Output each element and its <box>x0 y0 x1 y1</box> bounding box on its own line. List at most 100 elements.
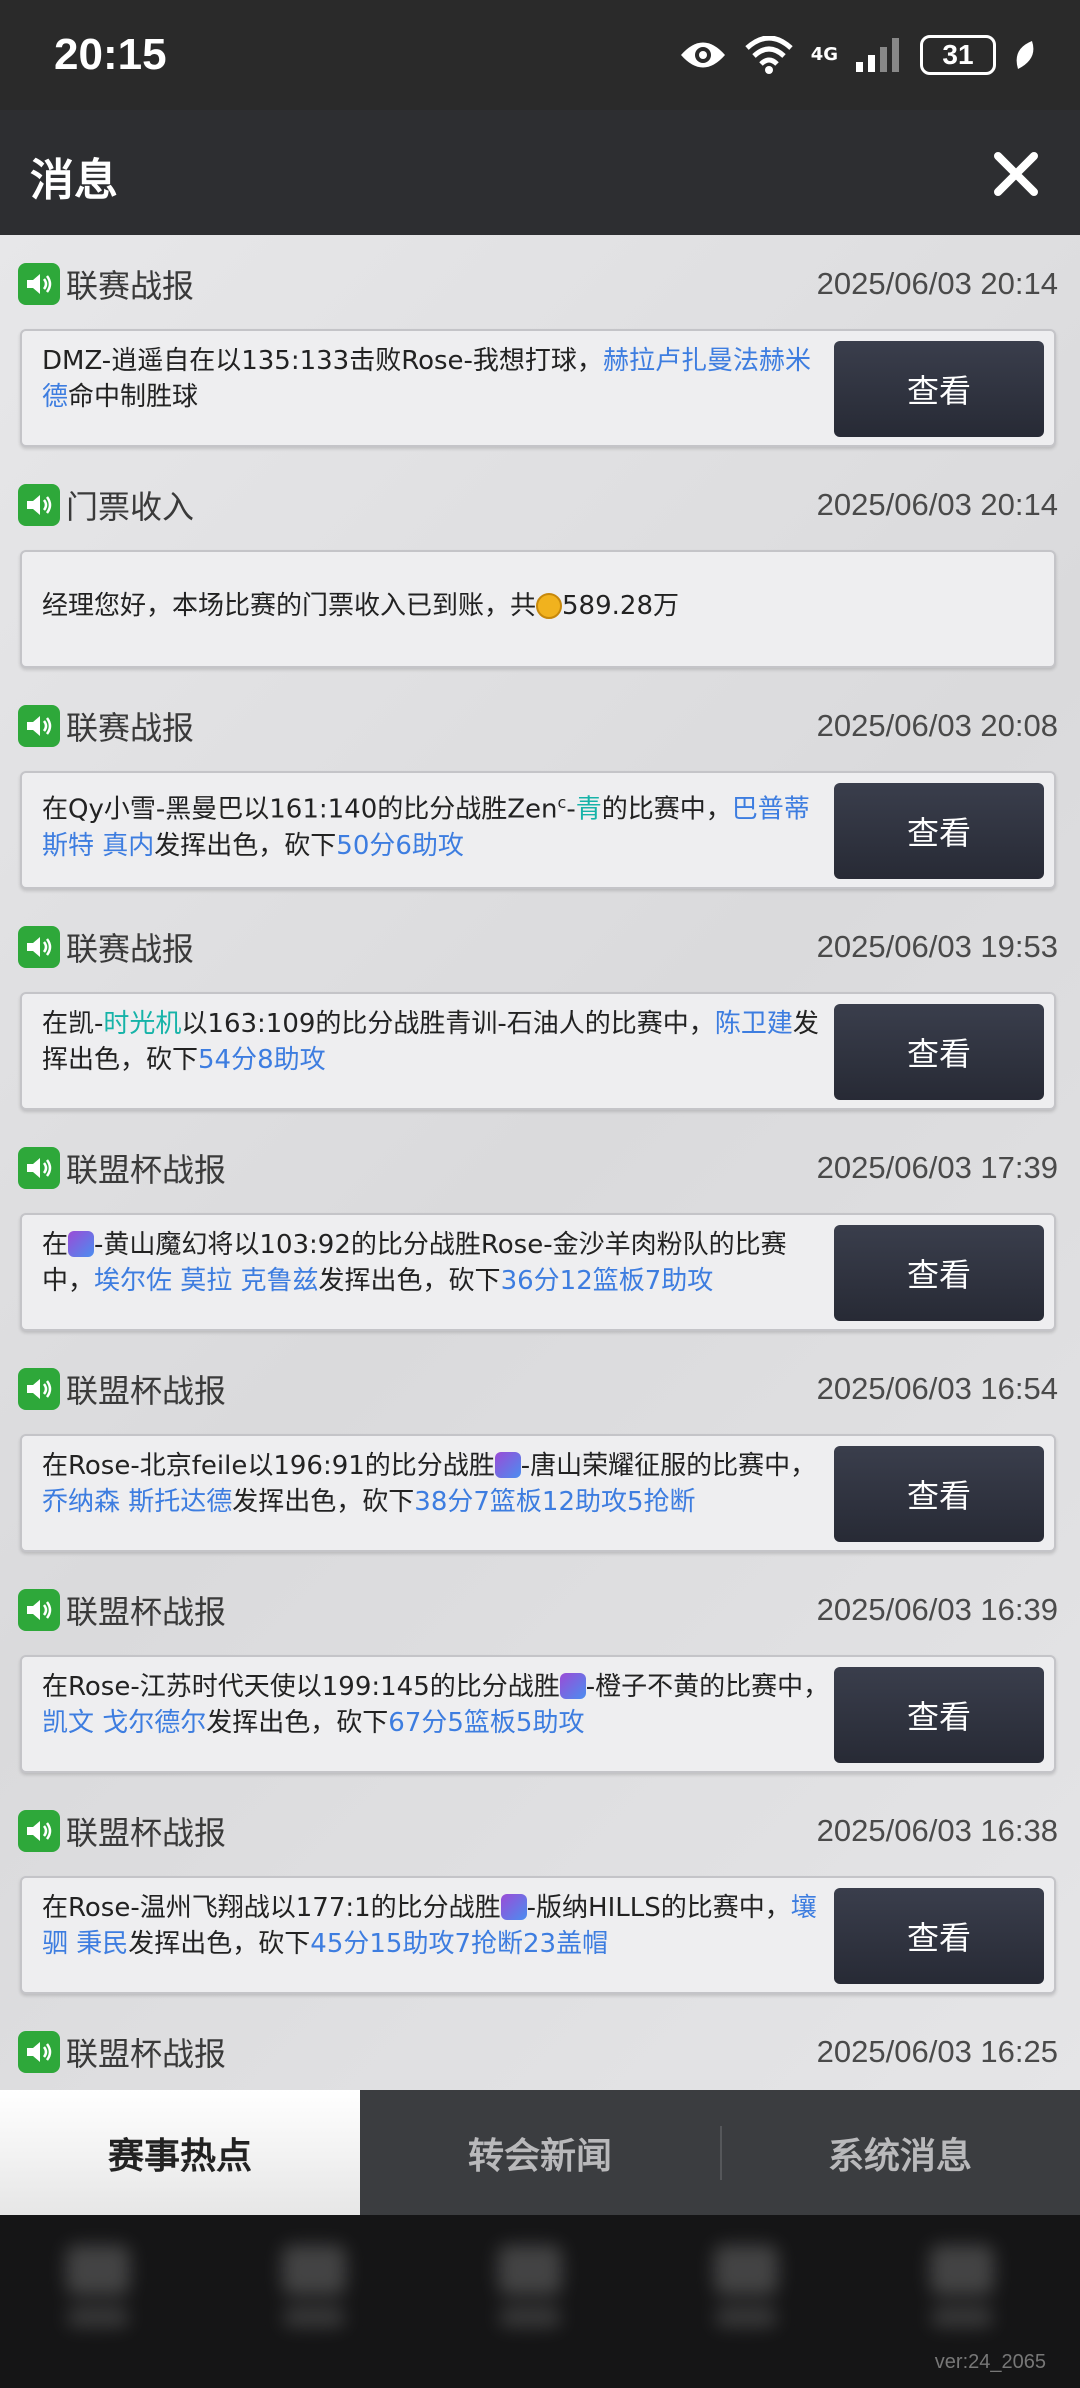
message-header: 联赛战报 2025/06/03 20:08 <box>18 699 1058 753</box>
speaker-icon <box>18 705 60 747</box>
text-segment: 在Qy小雪-黑曼巴以161:140的比分战胜Zen <box>42 794 558 825</box>
nav-blur-item <box>480 2245 580 2345</box>
speaker-icon <box>18 263 60 305</box>
message-item: 联盟杯战报 2025/06/03 16:38 在Rose-温州飞翔战以177:1的比… <box>0 1782 1080 2003</box>
message-text: 在凯-时光机以163:109的比分战胜青训-石油人的比赛中，陈卫建发挥出色，砍下… <box>42 1006 832 1078</box>
text-segment: 命中制胜球 <box>68 382 199 412</box>
highlight-text: 乔纳森 斯托达德 <box>42 1487 233 1517</box>
coin-icon <box>536 593 563 619</box>
text-segment: DMZ-逍遥自在以135:133击败Rose-我想打球， <box>42 346 603 376</box>
status-icons: 4G 31 <box>679 30 1036 80</box>
text-segment: 以163:109的比分战胜青训-石油人的比赛中， <box>181 1009 715 1039</box>
version-label: ver:24_2065 <box>934 2351 1046 2373</box>
view-button[interactable]: 查看 <box>834 1446 1044 1542</box>
tab-transfer-news[interactable]: 转会新闻 <box>360 2090 720 2215</box>
message-item: 联赛战报 2025/06/03 20:08 在Qy小雪-黑曼巴以161:140的比分… <box>0 677 1080 898</box>
message-time: 2025/06/03 20:14 <box>816 487 1058 522</box>
message-category: 联盟杯战报 <box>66 1151 227 1189</box>
message-category: 联赛战报 <box>66 709 195 747</box>
message-card: 在凯-时光机以163:109的比分战胜青训-石油人的比赛中，陈卫建发挥出色，砍下… <box>20 992 1056 1110</box>
tab-label: 转会新闻 <box>467 2135 612 2177</box>
battery-level: 31 <box>942 39 974 70</box>
close-icon[interactable] <box>988 146 1044 202</box>
message-category: 门票收入 <box>66 488 195 526</box>
message-time: 2025/06/03 17:39 <box>816 1150 1058 1185</box>
highlight-text: 36分12篮板7助攻 <box>500 1266 714 1296</box>
view-button[interactable]: 查看 <box>834 783 1044 879</box>
text-segment: 的比赛中， <box>601 794 732 825</box>
highlight-text: 青 <box>575 794 602 825</box>
message-header: 联盟杯战报 2025/06/03 16:39 <box>18 1583 1058 1637</box>
message-item: 联盟杯战报 2025/06/03 16:54 在Rose-北京feile以196:9… <box>0 1340 1080 1561</box>
message-time: 2025/06/03 16:38 <box>816 1813 1058 1848</box>
message-list[interactable]: 联赛战报 2025/06/03 20:14 DMZ-逍遥自在以135:133击败Ro… <box>0 235 1080 2090</box>
message-time: 2025/06/03 16:25 <box>816 2034 1058 2069</box>
status-bar: 20:15 4G 31 <box>0 0 1080 110</box>
page-title: 消息 <box>30 155 118 206</box>
view-button[interactable]: 查看 <box>834 1225 1044 1321</box>
highlight-text: 埃尔佐 莫拉 克鲁兹 <box>94 1266 319 1296</box>
text-segment: -唐山荣耀征服的比赛中， <box>520 1451 817 1481</box>
tab-system-messages[interactable]: 系统消息 <box>720 2090 1080 2215</box>
speaker-icon <box>18 1147 60 1189</box>
message-category: 联赛战报 <box>66 930 195 968</box>
network-type: 4G <box>810 44 838 65</box>
text-segment: -版纳HILLS的比赛中， <box>526 1893 791 1923</box>
message-header: 联盟杯战报 2025/06/03 17:39 <box>18 1141 1058 1195</box>
text-segment: 发挥出色，砍下 <box>232 1487 415 1517</box>
message-item: 联盟杯战报 2025/06/03 16:25 <box>0 2003 1080 2090</box>
battery-icon: 31 <box>920 35 996 75</box>
message-category: 联盟杯战报 <box>66 1593 227 1631</box>
speaker-icon <box>18 1368 60 1410</box>
message-header: 联盟杯战报 2025/06/03 16:54 <box>18 1362 1058 1416</box>
message-header: 联盟杯战报 2025/06/03 16:38 <box>18 1804 1058 1858</box>
message-text: 在Rose-江苏时代天使以199:145的比分战胜 -橙子不黄的比赛中， 凯文 戈尔… <box>42 1669 832 1741</box>
signal-icon <box>856 38 899 72</box>
message-header: 联赛战报 2025/06/03 19:53 <box>18 920 1058 974</box>
message-category: 联盟杯战报 <box>66 2035 227 2073</box>
highlight-text: 陈卫建 <box>714 1009 793 1039</box>
text-segment: 发挥出色，砍下 <box>128 1929 311 1959</box>
tab-divider <box>720 2126 722 2180</box>
text-segment: 发挥出色，砍下 <box>154 830 337 861</box>
text-segment: 经理您好，本场比赛的门票收入已到账，共 <box>42 591 537 621</box>
nav-blur-item <box>264 2245 364 2345</box>
text-segment: 在凯- <box>42 1009 104 1039</box>
message-card: 在Rose-江苏时代天使以199:145的比分战胜 -橙子不黄的比赛中， 凯文 戈尔… <box>20 1655 1056 1773</box>
tab-hot-events[interactable]: 赛事热点 <box>0 2090 360 2215</box>
message-time: 2025/06/03 20:14 <box>816 266 1058 301</box>
tab-label: 赛事热点 <box>107 2135 252 2177</box>
view-button[interactable]: 查看 <box>834 1888 1044 1984</box>
team-emblem-icon <box>494 1452 521 1478</box>
header: 消息 <box>0 110 1080 235</box>
message-item: 联赛战报 2025/06/03 20:14 DMZ-逍遥自在以135:133击败Ro… <box>0 235 1080 456</box>
message-text: 在 -黄山魔幻将以103:92的比分战胜Rose-金沙羊肉粉队的比赛中，埃尔佐 莫… <box>42 1227 832 1299</box>
text-segment: 发挥出色，砍下 <box>318 1266 501 1296</box>
message-text: 经理您好，本场比赛的门票收入已到账，共 589.28万 <box>42 588 1022 624</box>
team-emblem-icon <box>500 1894 527 1920</box>
view-button[interactable]: 查看 <box>834 1667 1044 1763</box>
message-item: 门票收入 2025/06/03 20:14 经理您好，本场比赛的门票收入已到账，共 5… <box>0 456 1080 677</box>
message-category: 联赛战报 <box>66 267 195 305</box>
message-text: 在Rose-北京feile以196:91的比分战胜 -唐山荣耀征服的比赛中， 乔纳森… <box>42 1448 832 1520</box>
bottom-nav-blurred: ver:24_2065 <box>0 2215 1080 2388</box>
message-time: 2025/06/03 16:54 <box>816 1371 1058 1406</box>
highlight-text: 45分15助攻7抢断23盖帽 <box>310 1929 609 1959</box>
nav-blur-item <box>48 2245 148 2345</box>
leaf-icon <box>1016 41 1034 69</box>
status-time: 20:15 <box>54 30 167 79</box>
team-emblem-icon <box>559 1673 586 1699</box>
message-category: 联盟杯战报 <box>66 1814 227 1852</box>
message-text: 在Qy小雪-黑曼巴以161:140的比分战胜Zenc-青的比赛中，巴普蒂斯特 真… <box>42 785 832 864</box>
highlight-text: 50分6助攻 <box>336 830 464 861</box>
message-item: 联赛战报 2025/06/03 19:53 在凯-时光机以163:109的比分战胜青… <box>0 898 1080 1119</box>
message-header: 联盟杯战报 2025/06/03 16:25 <box>18 2025 1058 2079</box>
message-text: 在Rose-温州飞翔战以177:1的比分战胜 -版纳HILLS的比赛中，壤驷 秉民… <box>42 1890 832 1962</box>
message-card: 在Rose-温州飞翔战以177:1的比分战胜 -版纳HILLS的比赛中，壤驷 秉民… <box>20 1876 1056 1994</box>
message-item: 联盟杯战报 2025/06/03 16:39 在Rose-江苏时代天使以199:14… <box>0 1561 1080 1782</box>
view-button[interactable]: 查看 <box>834 1004 1044 1100</box>
tab-bar: 赛事热点 转会新闻 系统消息 <box>0 2090 1080 2215</box>
view-button[interactable]: 查看 <box>834 341 1044 437</box>
message-time: 2025/06/03 19:53 <box>816 929 1058 964</box>
nav-blur-item <box>696 2245 796 2345</box>
